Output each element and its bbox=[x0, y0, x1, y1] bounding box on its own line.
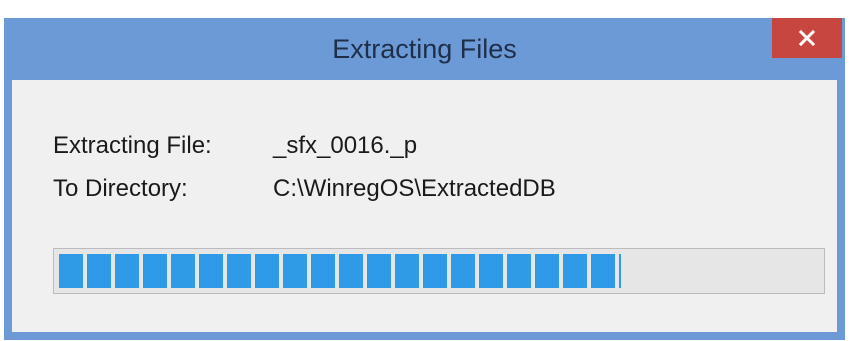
dialog-content: Extracting File: _sfx_0016._p To Directo… bbox=[12, 80, 837, 332]
progress-fill bbox=[59, 254, 622, 288]
to-directory-value: C:\WinregOS\ExtractedDB bbox=[273, 175, 556, 202]
close-icon bbox=[798, 29, 816, 47]
close-button[interactable] bbox=[772, 18, 842, 58]
extracting-file-value: _sfx_0016._p bbox=[273, 132, 418, 159]
window-title: Extracting Files bbox=[332, 34, 517, 64]
extract-dialog: Extracting Files Extracting File: _sfx_0… bbox=[4, 18, 845, 340]
extraction-progress-bar bbox=[53, 248, 825, 294]
to-directory-label: To Directory: bbox=[53, 175, 188, 202]
title-bar[interactable]: Extracting Files bbox=[4, 18, 845, 80]
progress-track bbox=[59, 254, 819, 288]
extracting-file-label: Extracting File: bbox=[53, 132, 212, 159]
